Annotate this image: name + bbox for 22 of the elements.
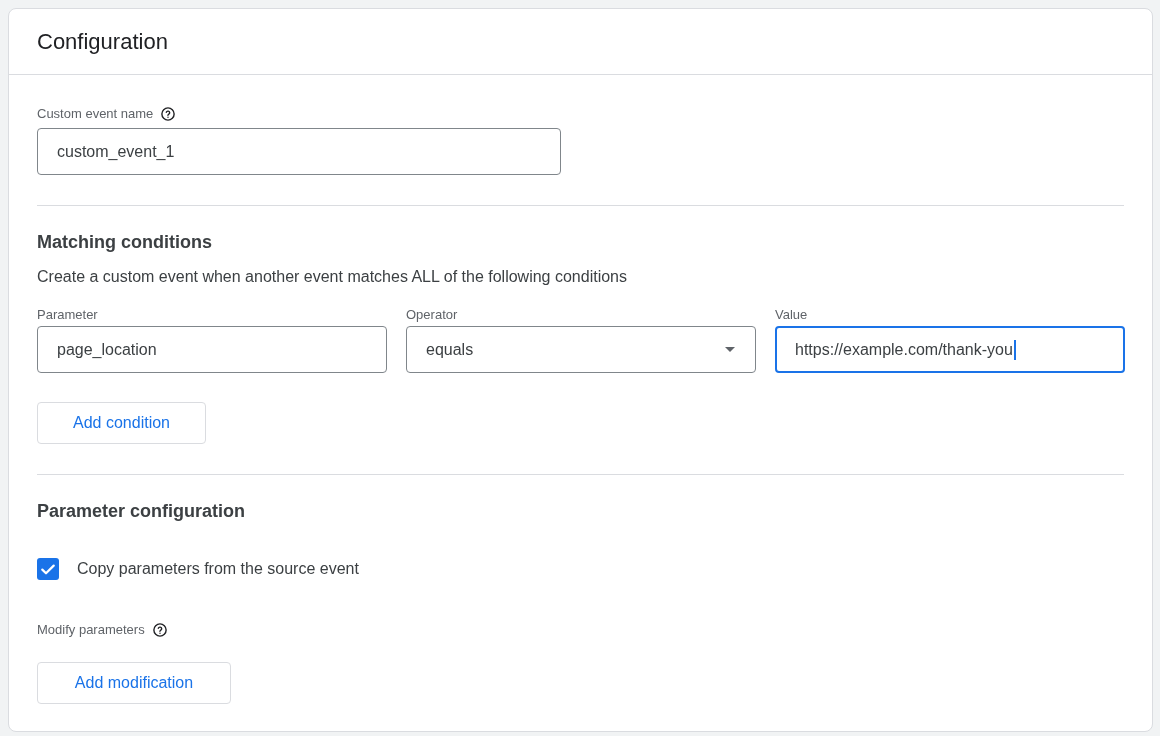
checkbox-label: Copy parameters from the source event <box>77 559 359 579</box>
input-field[interactable]: https://example.com/thank-you <box>775 326 1125 373</box>
field-label: Custom event name <box>37 106 154 122</box>
field-label: Modify parameters <box>37 622 145 638</box>
dropdown-caret-icon[interactable] <box>725 347 735 352</box>
field-label: Value <box>775 307 809 323</box>
help-icon[interactable] <box>161 107 176 121</box>
card-title: Configuration <box>37 27 168 56</box>
checkbox[interactable] <box>37 558 59 580</box>
section-heading: Matching conditions <box>37 231 213 254</box>
field-label: Operator <box>406 307 459 323</box>
add-condition-button[interactable]: Add condition <box>37 402 206 444</box>
checkmark-icon <box>41 563 55 575</box>
add-modification-button[interactable]: Add modification <box>37 662 231 704</box>
event-name-field[interactable]: custom_event_1 <box>37 128 561 175</box>
section-description: Create a custom event when another event matches ALL of the following conditions <box>37 267 628 287</box>
section-heading: Parameter configuration <box>37 500 247 523</box>
field-label: Parameter <box>37 307 99 323</box>
input-field[interactable]: page_location <box>37 326 387 373</box>
help-icon[interactable] <box>152 623 167 637</box>
text-cursor-icon <box>1013 339 1016 360</box>
operator-select[interactable]: equals <box>406 326 756 373</box>
